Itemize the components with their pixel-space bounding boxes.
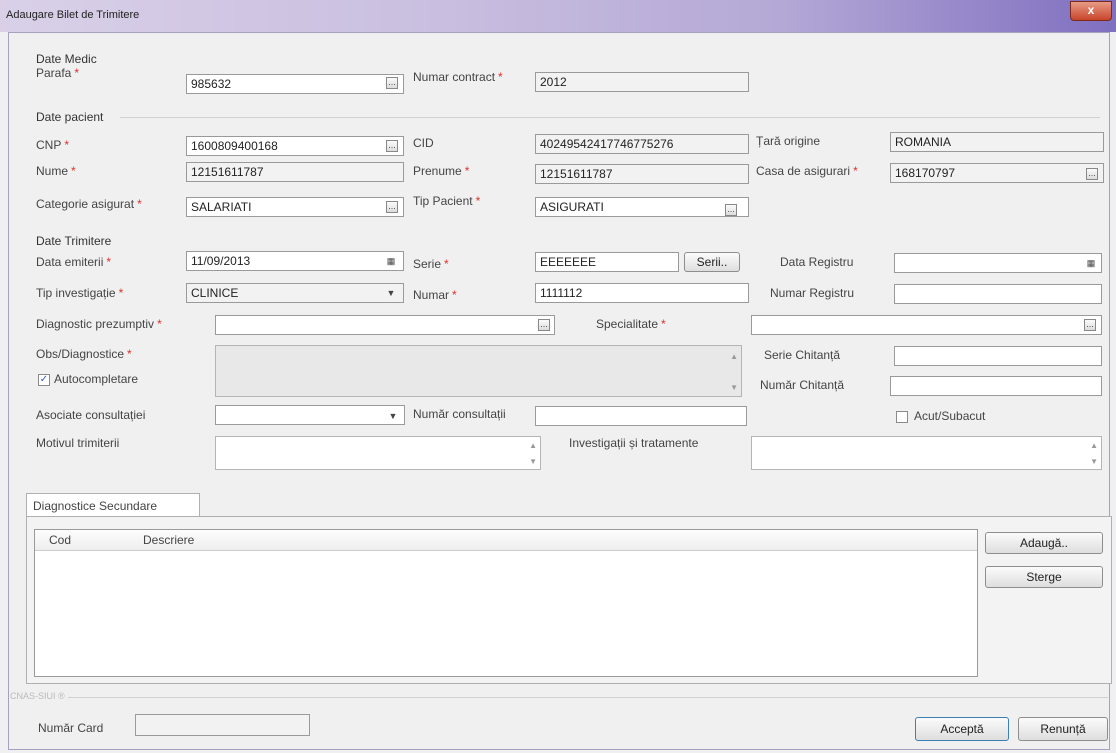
serie-chitanta-field[interactable] [894, 346, 1102, 366]
cid-label: CID [413, 136, 434, 150]
parafa-field[interactable]: 985632 [186, 74, 404, 94]
data-emiterii-field[interactable]: 11/09/2013 [186, 251, 404, 271]
investigatii-label: Investigații și tratamente [569, 436, 699, 450]
numar-contract-field: 2012 [535, 72, 749, 92]
calendar-icon[interactable]: ▦ [1084, 256, 1098, 270]
casa-asigurari-label: Casa de asigurari * [756, 164, 858, 178]
tab-diagnostice-secundare[interactable]: Diagnostice Secundare [26, 493, 200, 517]
numar-label: Numar * [413, 288, 457, 302]
section-date-pacient: Date pacient [36, 110, 104, 124]
ellipsis-button-icon[interactable]: … [538, 319, 550, 331]
diagnostic-prezumptiv-field[interactable] [215, 315, 555, 335]
tip-investigatie-field[interactable]: CLINICE [186, 283, 404, 303]
scroll-down-icon[interactable]: ▼ [730, 383, 738, 392]
tip-pacient-label: Tip Pacient * [413, 194, 481, 208]
section-date-medic: Date Medic [36, 52, 97, 66]
ellipsis-button-icon[interactable]: … [1084, 319, 1096, 331]
column-header-descriere[interactable]: Descriere [143, 533, 194, 547]
window-title: Adaugare Bilet de Trimitere [6, 9, 140, 21]
ellipsis-button-icon[interactable]: … [725, 204, 737, 216]
scroll-down-icon[interactable]: ▼ [1090, 457, 1098, 466]
acut-subacut-label: Acut/Subacut [914, 409, 986, 423]
investigatii-textarea[interactable]: ▲ ▼ [751, 436, 1102, 470]
tip-pacient-field[interactable]: ASIGURATI [535, 197, 749, 217]
categorie-asigurat-label: Categorie asigurat * [36, 197, 142, 211]
table-header: Cod Descriere [35, 530, 977, 551]
diagnostic-prezumptiv-label: Diagnostic prezumptiv * [36, 317, 162, 331]
scroll-down-icon[interactable]: ▼ [529, 457, 537, 466]
cnp-label: CNP * [36, 138, 70, 152]
nume-field: 12151611787 [186, 162, 404, 182]
obs-diagnostice-label: Obs/Diagnostice * [36, 347, 132, 361]
ellipsis-button-icon[interactable]: … [386, 77, 398, 89]
parafa-label: Parafa * [36, 66, 80, 80]
column-header-cod[interactable]: Cod [49, 533, 71, 547]
serii-button[interactable]: Serii.. [684, 252, 740, 272]
autocompletare-label: Autocompletare [54, 372, 139, 386]
prenume-label: Prenume * [413, 164, 470, 178]
numar-registru-label: Numar Registru [770, 286, 855, 300]
serie-chitanta-label: Serie Chitanță [764, 348, 841, 362]
asociate-consultatiei-label: Asociate consultației [36, 408, 146, 422]
calendar-icon[interactable]: ▦ [384, 254, 398, 268]
secundare-table[interactable]: Cod Descriere [34, 529, 978, 677]
prenume-field: 12151611787 [535, 164, 749, 184]
section-date-trimitere: Date Trimitere [36, 234, 112, 248]
chevron-down-icon[interactable]: ▼ [384, 286, 398, 300]
divider [120, 117, 1100, 118]
numar-registru-field[interactable] [894, 284, 1102, 304]
sterge-button[interactable]: Sterge [985, 566, 1103, 588]
tara-origine-label: Țară origine [756, 134, 821, 148]
autocompletare-checkbox[interactable]: ✓ [38, 374, 50, 386]
cid-field: 40249542417746775276 [535, 134, 749, 154]
ellipsis-button-icon[interactable]: … [1086, 168, 1098, 180]
adauga-button[interactable]: Adaugă.. [985, 532, 1103, 554]
close-button[interactable]: x [1070, 1, 1112, 21]
ellipsis-button-icon[interactable]: … [386, 201, 398, 213]
scroll-up-icon[interactable]: ▲ [730, 352, 738, 361]
obs-diagnostice-textarea: ▲ ▼ [215, 345, 742, 397]
asociate-consultatiei-select[interactable] [215, 405, 405, 425]
specialitate-label: Specialitate * [596, 317, 666, 331]
motivul-trimiterii-textarea[interactable]: ▲ ▼ [215, 436, 541, 470]
accept-button[interactable]: Acceptă [915, 717, 1009, 741]
tip-investigatie-label: Tip investigație * [36, 286, 124, 300]
numar-field[interactable]: 1111112 [535, 283, 749, 303]
data-registru-label: Data Registru [780, 255, 854, 269]
cnas-siui-group-label: CNAS-SIUI ® [10, 691, 65, 701]
tara-origine-field: ROMANIA [890, 132, 1104, 152]
casa-asigurari-field: 168170797 [890, 163, 1104, 183]
numar-card-field [135, 714, 310, 736]
serie-field[interactable]: EEEEEEE [535, 252, 679, 272]
scroll-up-icon[interactable]: ▲ [1090, 441, 1098, 450]
ellipsis-button-icon[interactable]: … [386, 140, 398, 152]
numar-chitanta-field[interactable] [890, 376, 1102, 396]
data-registru-field[interactable] [894, 253, 1102, 273]
tab-label: Diagnostice Secundare [33, 499, 158, 513]
cancel-button[interactable]: Renunță [1018, 717, 1108, 741]
numar-chitanta-label: Număr Chitanță [760, 378, 845, 392]
scroll-up-icon[interactable]: ▲ [529, 441, 537, 450]
chevron-down-icon[interactable]: ▼ [386, 409, 400, 423]
title-bar [0, 0, 1116, 32]
categorie-asigurat-field[interactable]: SALARIATI [186, 197, 404, 217]
data-emiterii-label: Data emiterii * [36, 255, 112, 269]
motivul-trimiterii-label: Motivul trimiterii [36, 436, 120, 450]
serie-label: Serie * [413, 257, 449, 271]
nume-label: Nume * [36, 164, 76, 178]
cnp-field[interactable]: 1600809400168 [186, 136, 404, 156]
numar-card-label: Număr Card [38, 721, 104, 735]
specialitate-field[interactable] [751, 315, 1102, 335]
acut-subacut-checkbox[interactable] [896, 411, 908, 423]
divider [68, 697, 1108, 698]
numar-consultatii-field[interactable] [535, 406, 747, 426]
numar-consultatii-label: Număr consultații [413, 407, 506, 421]
numar-contract-label: Numar contract * [413, 70, 503, 84]
